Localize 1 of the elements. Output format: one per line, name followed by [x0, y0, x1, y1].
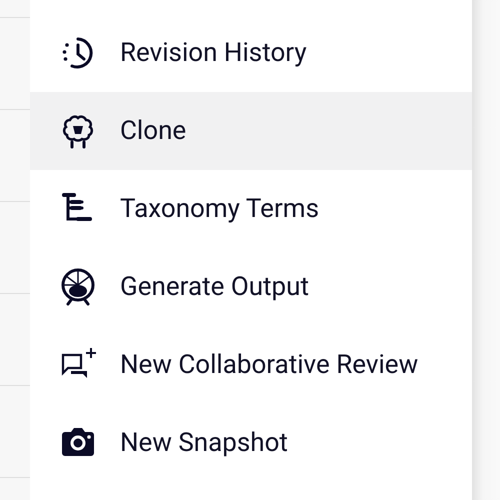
- menu-item[interactable]: Clone: [30, 92, 472, 170]
